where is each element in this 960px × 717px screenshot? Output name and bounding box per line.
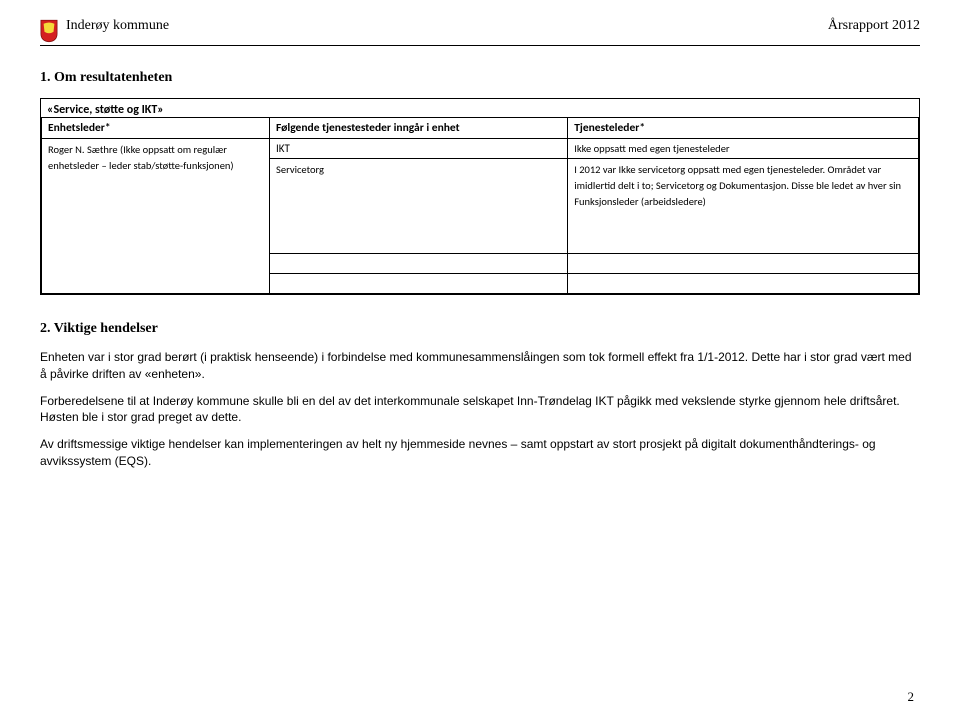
empty-cell	[568, 274, 919, 294]
col-header-leader: Enhetsleder*	[42, 118, 270, 139]
paragraph: Av driftsmessige viktige hendelser kan i…	[40, 436, 920, 470]
empty-cell	[270, 274, 568, 294]
org-name: Inderøy kommune	[66, 18, 169, 34]
paragraph: Forberedelsene til at Inderøy kommune sk…	[40, 393, 920, 427]
location-servicetorg: Servicetorg	[270, 159, 568, 254]
section2-title: 2. Viktige hendelser	[40, 321, 920, 337]
serviceleader-ikt: Ikke oppsatt med egen tjenesteleder	[568, 139, 919, 159]
paragraph: Enheten var i stor grad berørt (i prakti…	[40, 349, 920, 383]
empty-cell	[568, 254, 919, 274]
col-header-serviceleader: Tjenesteleder*	[568, 118, 919, 139]
leader-cell: Roger N. Sæthre (Ikke oppsatt om regulær…	[42, 139, 270, 294]
report-title: Årsrapport 2012	[828, 18, 920, 34]
empty-cell	[270, 254, 568, 274]
location-ikt: IKT	[270, 139, 568, 159]
section1-title: 1. Om resultatenheten	[40, 70, 920, 86]
page-header: Inderøy kommune Årsrapport 2012	[40, 18, 920, 46]
page-number: 2	[908, 689, 915, 705]
header-left: Inderøy kommune	[40, 18, 169, 43]
table-header-row: Enhetsleder* Følgende tjenestesteder inn…	[42, 118, 919, 139]
unit-quoted-name: «Service, støtte og IKT»	[41, 99, 919, 117]
unit-table: «Service, støtte og IKT» Enhetsleder* Fø…	[40, 98, 920, 295]
serviceleader-servicetorg: I 2012 var Ikke servicetorg oppsatt med …	[568, 159, 919, 254]
col-header-locations: Følgende tjenestesteder inngår i enhet	[270, 118, 568, 139]
coat-of-arms-icon	[40, 19, 58, 43]
table-row: Roger N. Sæthre (Ikke oppsatt om regulær…	[42, 139, 919, 159]
